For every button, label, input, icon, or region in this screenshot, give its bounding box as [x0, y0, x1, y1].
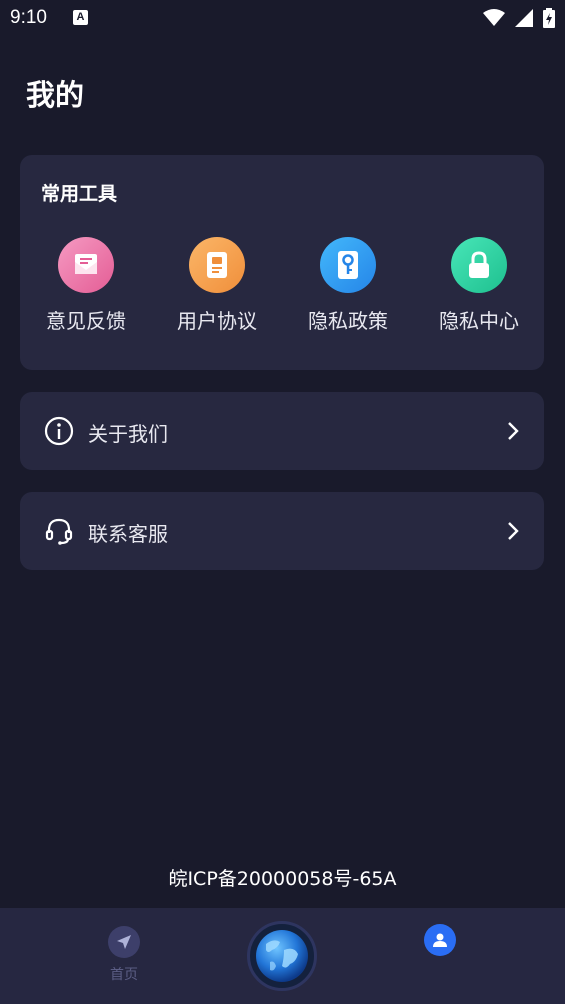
menu-label: 联系客服 [88, 522, 168, 546]
tool-feedback[interactable]: 意见反馈 [21, 237, 151, 334]
headset-icon [45, 518, 73, 545]
tab-mine[interactable] [410, 924, 470, 956]
battery-icon [543, 8, 555, 28]
globe-icon [256, 930, 308, 982]
tool-privacy-center[interactable]: 隐私中心 [414, 237, 544, 334]
user-icon [424, 924, 456, 956]
menu-about-us[interactable]: 关于我们 [20, 392, 544, 470]
tool-user-agreement[interactable]: 用户协议 [152, 237, 282, 334]
notification-icon: A [73, 10, 88, 25]
tool-label: 意见反馈 [46, 309, 126, 333]
navigation-arrow-icon [108, 926, 140, 958]
tab-globe[interactable] [247, 921, 317, 991]
tools-title: 常用工具 [41, 183, 118, 205]
chevron-right-icon [508, 522, 519, 540]
tool-label: 隐私中心 [439, 309, 519, 333]
tool-label: 隐私政策 [308, 309, 388, 333]
wifi-icon [483, 9, 505, 26]
tool-privacy-policy[interactable]: 隐私政策 [283, 237, 413, 334]
chevron-right-icon [508, 422, 519, 440]
menu-label: 关于我们 [88, 422, 168, 446]
tool-label: 用户协议 [177, 309, 257, 333]
tools-card: 常用工具 意见反馈 用户协议 隐私政策 隐私中心 [20, 155, 544, 370]
document-icon [189, 237, 245, 293]
menu-contact-support[interactable]: 联系客服 [20, 492, 544, 570]
page-title: 我的 [26, 78, 85, 112]
tab-home[interactable]: 首页 [94, 926, 154, 984]
icp-license[interactable]: 皖ICP备20000058号-65A [0, 864, 565, 891]
tab-home-label: 首页 [110, 967, 138, 983]
status-time: 9:10 [10, 7, 47, 28]
status-indicators [483, 8, 555, 28]
mail-icon [58, 237, 114, 293]
signal-icon [515, 9, 533, 27]
status-bar: 9:10 A [0, 0, 565, 38]
info-icon [44, 416, 74, 446]
key-icon [320, 237, 376, 293]
lock-icon [451, 237, 507, 293]
bottom-tab-bar: 首页 [0, 908, 565, 1004]
